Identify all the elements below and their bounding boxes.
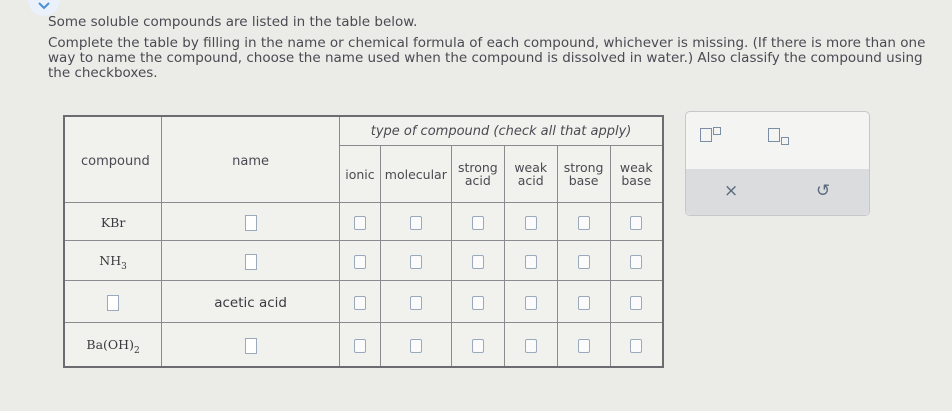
- strong-base-checkbox[interactable]: [577, 215, 590, 230]
- intro-text: Some soluble compounds are listed in the…: [48, 14, 418, 30]
- strong-acid-checkbox[interactable]: [471, 215, 484, 230]
- molecular-header: molecular: [379, 145, 452, 204]
- answer-tools-panel: × ↺: [685, 111, 870, 216]
- name-input[interactable]: [244, 214, 257, 231]
- formula-input[interactable]: [107, 294, 120, 311]
- strong-base-header: strong base: [556, 145, 611, 204]
- ionic-checkbox[interactable]: [353, 254, 366, 269]
- weak-base-checkbox[interactable]: [630, 338, 643, 353]
- weak-base-header: weak base: [609, 145, 664, 204]
- table-row: Ba(OH)2: [63, 322, 664, 368]
- strong-base-checkbox[interactable]: [577, 295, 590, 310]
- compound-header: compound: [63, 115, 163, 204]
- strong-acid-header: strong acid: [450, 145, 505, 204]
- weak-base-checkbox[interactable]: [630, 295, 643, 310]
- formula-cell: [63, 280, 163, 324]
- weak-acid-header: weak acid: [503, 145, 558, 204]
- name-cell: [161, 240, 341, 282]
- weak-acid-checkbox[interactable]: [524, 338, 537, 353]
- instructions-text: Complete the table by filling in the nam…: [48, 35, 926, 81]
- subscript-button[interactable]: [768, 128, 789, 146]
- table-row: NH3: [63, 240, 664, 282]
- subscript-icon: [768, 128, 789, 146]
- name-input[interactable]: [244, 253, 257, 270]
- strong-base-checkbox[interactable]: [577, 254, 590, 269]
- chevron-down-icon: [38, 2, 50, 10]
- weak-acid-checkbox[interactable]: [524, 215, 537, 230]
- strong-acid-checkbox[interactable]: [471, 254, 484, 269]
- formula-cell: KBr: [63, 202, 163, 242]
- weak-base-checkbox[interactable]: [630, 254, 643, 269]
- strong-acid-checkbox[interactable]: [471, 338, 484, 353]
- weak-acid-checkbox[interactable]: [524, 254, 537, 269]
- weak-base-checkbox[interactable]: [630, 215, 643, 230]
- strong-base-checkbox[interactable]: [577, 338, 590, 353]
- name-input[interactable]: [244, 337, 257, 354]
- ionic-checkbox[interactable]: [353, 215, 366, 230]
- name-header: name: [161, 115, 341, 204]
- formula-cell: NH3: [63, 240, 163, 282]
- ionic-checkbox[interactable]: [353, 295, 366, 310]
- table-row: KBr: [63, 202, 664, 242]
- molecular-checkbox[interactable]: [409, 295, 422, 310]
- strong-acid-checkbox[interactable]: [471, 295, 484, 310]
- name-cell: acetic acid: [161, 280, 341, 324]
- molecular-checkbox[interactable]: [409, 215, 422, 230]
- weak-acid-checkbox[interactable]: [524, 295, 537, 310]
- clear-button[interactable]: ×: [724, 181, 738, 201]
- type-header: type of compound (check all that apply): [339, 115, 664, 147]
- name-cell: [161, 202, 341, 242]
- name-cell: [161, 322, 341, 368]
- molecular-checkbox[interactable]: [409, 254, 422, 269]
- reset-button[interactable]: ↺: [816, 181, 830, 201]
- action-bar: × ↺: [686, 169, 869, 215]
- ionic-header: ionic: [339, 145, 381, 204]
- superscript-button[interactable]: [700, 127, 721, 146]
- superscript-icon: [700, 127, 721, 146]
- formula-cell: Ba(OH)2: [63, 322, 163, 368]
- ionic-checkbox[interactable]: [353, 338, 366, 353]
- compound-table: compound name type of compound (check al…: [63, 115, 664, 368]
- table-row: acetic acid: [63, 280, 664, 324]
- molecular-checkbox[interactable]: [409, 338, 422, 353]
